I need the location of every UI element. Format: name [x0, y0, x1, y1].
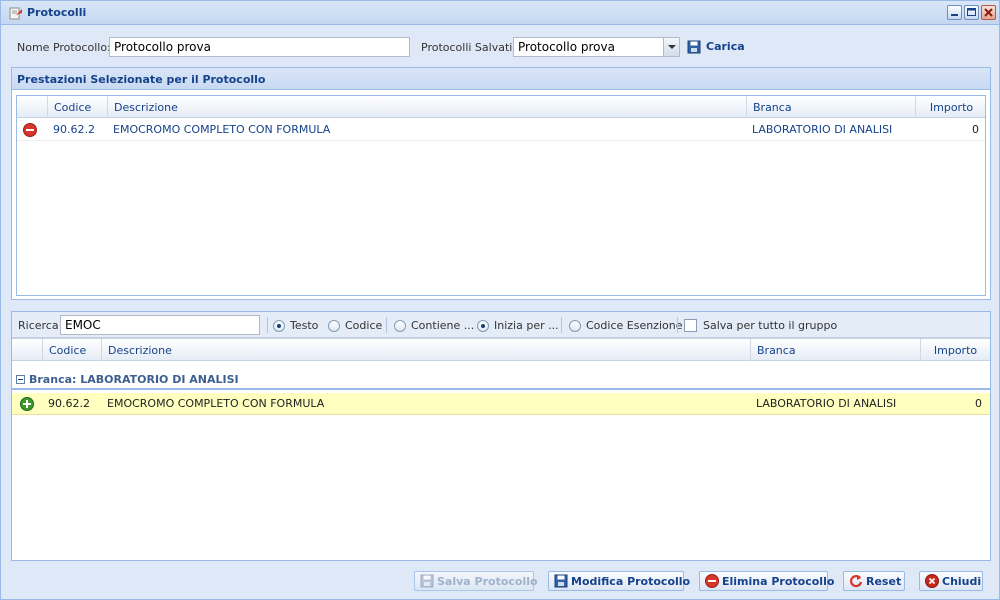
group-header[interactable]: Branca: LABORATORIO DI ANALISI [12, 371, 990, 390]
prestazioni-selezionate-panel: Prestazioni Selezionate per il Protocoll… [11, 67, 991, 300]
save-icon [687, 40, 701, 54]
dropdown-trigger[interactable] [663, 38, 679, 56]
col-descrizione[interactable]: Descrizione [101, 339, 750, 361]
radio-contiene[interactable] [394, 320, 406, 332]
remove-row-button[interactable] [23, 119, 45, 140]
col-branca[interactable]: Branca [750, 339, 920, 361]
cell-codice: 90.62.2 [48, 397, 90, 410]
modifica-protocollo-button[interactable]: Modifica Protocollo [548, 571, 690, 591]
reset-icon [849, 575, 863, 588]
toolbar-separator [267, 317, 268, 333]
protocol-icon [9, 7, 22, 20]
chiudi-label: Chiudi [942, 575, 982, 588]
carica-label: Carica [706, 40, 745, 53]
elimina-protocollo-label: Elimina Protocollo [722, 575, 835, 588]
ricerca-input[interactable] [60, 315, 260, 335]
results-grid: Codice Descrizione Branca Importo Branca… [12, 338, 990, 560]
salva-gruppo-checkbox[interactable] [684, 319, 697, 332]
add-icon [20, 397, 34, 411]
prestazioni-selezionate-title: Prestazioni Selezionate per il Protocoll… [12, 68, 990, 90]
minimize-button[interactable] [947, 5, 962, 20]
cell-branca: LABORATORIO DI ANALISI [752, 123, 893, 136]
save-icon [420, 574, 434, 588]
salva-protocollo-label: Salva Protocollo [437, 575, 538, 588]
salva-gruppo-label: Salva per tutto il gruppo [703, 319, 838, 332]
table-row[interactable]: 90.62.2 EMOCROMO COMPLETO CON FORMULA LA… [12, 393, 990, 415]
radio-contiene-label: Contiene ... [411, 319, 475, 332]
radio-inizia[interactable] [477, 320, 489, 332]
remove-icon [23, 123, 37, 137]
maximize-icon [967, 8, 976, 16]
add-row-button[interactable] [20, 393, 40, 414]
save-icon [554, 574, 568, 588]
close-icon [984, 8, 993, 17]
table-row[interactable]: 90.62.2 EMOCROMO COMPLETO CON FORMULA LA… [17, 119, 985, 141]
group-label: Branca: LABORATORIO DI ANALISI [29, 373, 239, 386]
protocolli-window: Protocolli Nome Protocollo: Protocolli S… [0, 0, 1000, 600]
selected-grid: Codice Descrizione Branca Importo 90.62.… [16, 95, 986, 296]
radio-codice-label: Codice [345, 319, 383, 332]
radio-inizia-label: Inizia per ... [494, 319, 559, 332]
nome-protocollo-input[interactable] [109, 37, 410, 57]
radio-esenzione-label: Codice Esenzione [586, 319, 683, 332]
toolbar-separator [386, 317, 387, 333]
cell-codice: 90.62.2 [53, 123, 95, 136]
cell-descrizione: EMOCROMO COMPLETO CON FORMULA [107, 397, 325, 410]
ricerca-panel: Ricerca Testo Codice Contiene ... Inizia… [11, 311, 991, 561]
radio-codice[interactable] [328, 320, 340, 332]
ricerca-toolbar: Ricerca Testo Codice Contiene ... Inizia… [12, 312, 990, 338]
col-branca[interactable]: Branca [746, 96, 915, 118]
selected-grid-header: Codice Descrizione Branca Importo [17, 96, 985, 118]
cell-importo: 0 [972, 123, 979, 136]
cell-importo: 0 [975, 397, 982, 410]
close-button[interactable] [981, 5, 996, 20]
reset-label: Reset [866, 575, 902, 588]
cell-descrizione: EMOCROMO COMPLETO CON FORMULA [113, 123, 331, 136]
protocolli-salvati-select[interactable]: Protocollo prova [513, 37, 680, 57]
results-grid-header: Codice Descrizione Branca Importo [12, 339, 990, 361]
protocolli-salvati-label: Protocolli Salvati: [421, 41, 517, 54]
dropdown-arrow-icon [668, 45, 676, 49]
toolbar-separator [561, 317, 562, 333]
radio-testo[interactable] [273, 320, 285, 332]
radio-testo-label: Testo [290, 319, 319, 332]
elimina-protocollo-button[interactable]: Elimina Protocollo [699, 571, 834, 591]
cell-branca: LABORATORIO DI ANALISI [756, 397, 897, 410]
close-circle-icon [925, 574, 939, 588]
window-title: Protocolli [27, 6, 87, 19]
modifica-protocollo-label: Modifica Protocollo [571, 575, 691, 588]
col-codice[interactable]: Codice [42, 339, 102, 361]
reset-button[interactable]: Reset [843, 571, 905, 591]
ricerca-label: Ricerca [18, 319, 59, 332]
chiudi-button[interactable]: Chiudi [919, 571, 983, 591]
remove-icon [705, 574, 719, 588]
maximize-button[interactable] [964, 5, 979, 20]
minimize-icon [951, 14, 958, 16]
toolbar-separator [677, 317, 678, 333]
radio-esenzione[interactable] [569, 320, 581, 332]
col-codice[interactable]: Codice [47, 96, 107, 118]
nome-protocollo-label: Nome Protocollo: [17, 41, 111, 54]
protocolli-salvati-value: Protocollo prova [518, 40, 615, 54]
title-bar: Protocolli [1, 1, 999, 25]
collapse-icon[interactable] [16, 375, 25, 384]
salva-protocollo-button[interactable]: Salva Protocollo [414, 571, 538, 591]
col-descrizione[interactable]: Descrizione [107, 96, 746, 118]
col-importo[interactable]: Importo [915, 96, 985, 118]
col-importo[interactable]: Importo [920, 339, 990, 361]
